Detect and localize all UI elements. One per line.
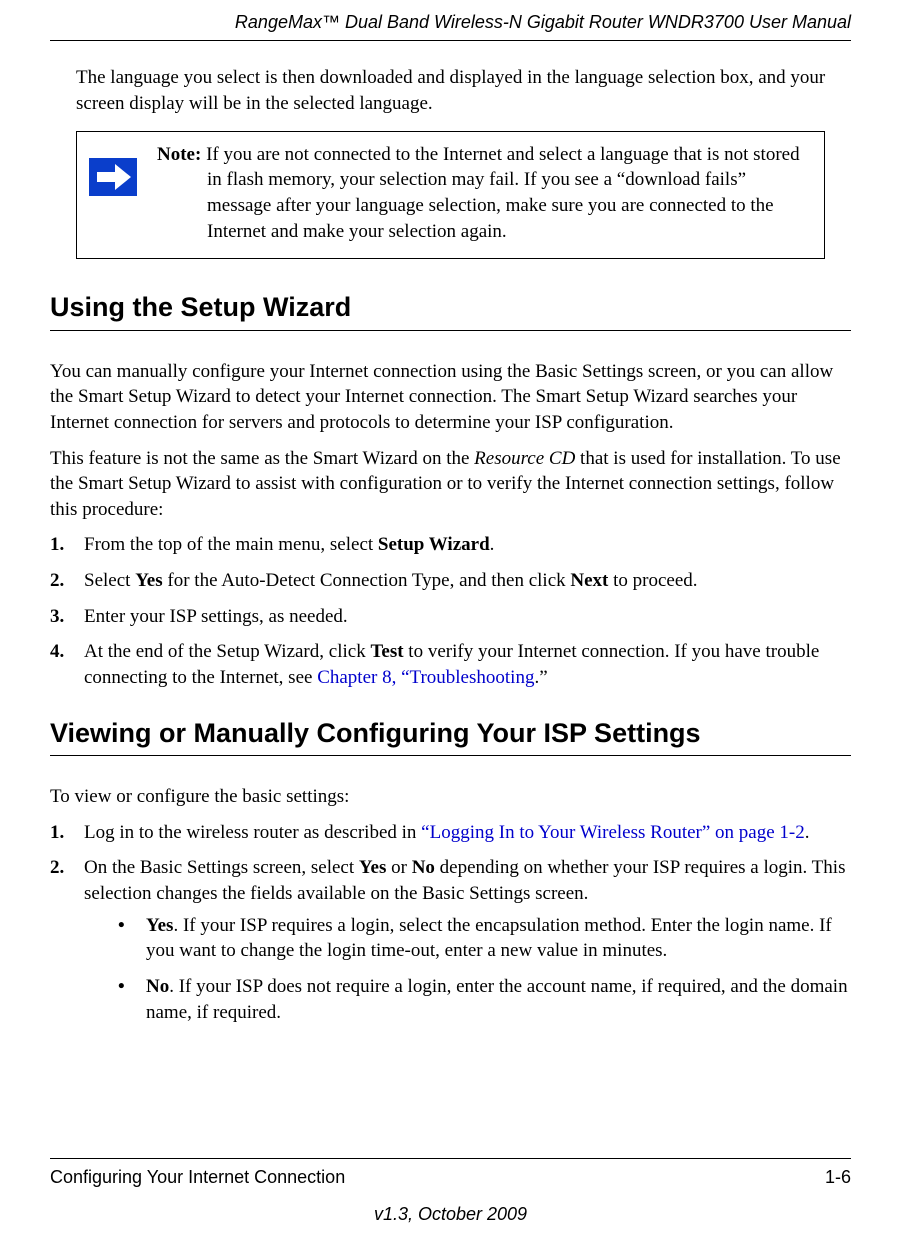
note-box: Note: If you are not connected to the In… — [76, 131, 825, 260]
header-title: RangeMax™ Dual Band Wireless-N Gigabit R… — [235, 12, 851, 32]
step-2: 2. Select Yes for the Auto-Detect Connec… — [50, 568, 851, 594]
step-4: 4. At the end of the Setup Wizard, click… — [50, 639, 851, 690]
link-chapter8[interactable]: Chapter 8, “Troubleshooting — [317, 667, 534, 688]
bullet-yes: Yes. If your ISP requires a login, selec… — [84, 913, 851, 964]
note-arrow-icon — [89, 158, 137, 196]
section1-para1: You can manually configure your Internet… — [50, 359, 851, 436]
s2-step-1: 1. Log in to the wireless router as desc… — [50, 820, 851, 846]
resource-cd-em: Resource CD — [474, 448, 575, 469]
intro-para: The language you select is then download… — [76, 65, 851, 116]
section1-steps: 1. From the top of the main menu, select… — [50, 532, 851, 690]
link-logging-in[interactable]: “Logging In to Your Wireless Router” on … — [421, 822, 805, 843]
footer-page-number: 1-6 — [825, 1165, 851, 1189]
section2-para1: To view or configure the basic settings: — [50, 784, 851, 810]
note-label: Note: — [157, 144, 201, 165]
footer-left: Configuring Your Internet Connection — [50, 1165, 345, 1189]
bullet-no: No. If your ISP does not require a login… — [84, 974, 851, 1025]
footer-version: v1.3, October 2009 — [50, 1202, 851, 1226]
section1-title: Using the Setup Wizard — [50, 289, 851, 330]
page-footer: Configuring Your Internet Connection 1-6… — [50, 1158, 851, 1226]
step-3: 3. Enter your ISP settings, as needed. — [50, 604, 851, 630]
note-body: If you are not connected to the Internet… — [201, 144, 799, 242]
s2-step-2: 2. On the Basic Settings screen, select … — [50, 855, 851, 1025]
section2-steps: 1. Log in to the wireless router as desc… — [50, 820, 851, 1025]
section2-title: Viewing or Manually Configuring Your ISP… — [50, 715, 851, 756]
page-header: RangeMax™ Dual Band Wireless-N Gigabit R… — [50, 10, 851, 41]
step-1: 1. From the top of the main menu, select… — [50, 532, 851, 558]
section2-bullets: Yes. If your ISP requires a login, selec… — [84, 913, 851, 1026]
note-text: Note: If you are not connected to the In… — [203, 142, 812, 245]
section1-para2: This feature is not the same as the Smar… — [50, 446, 851, 523]
